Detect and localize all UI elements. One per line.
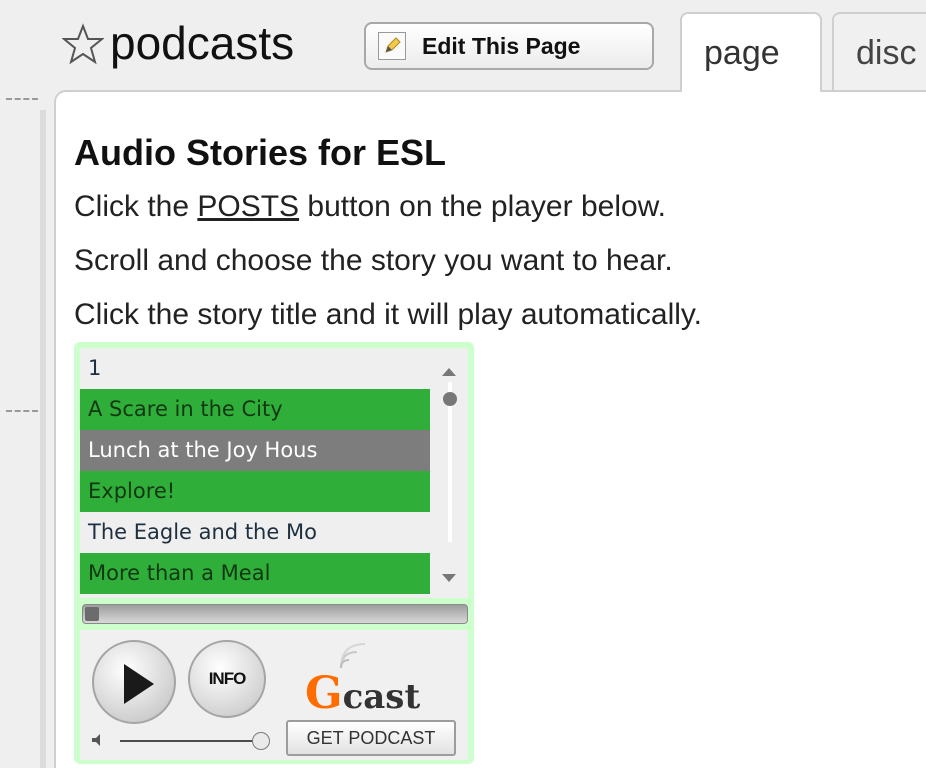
tab-discussion[interactable]: disc [832,12,926,92]
gcast-player: 1 A Scare in the City Lunch at the Joy H… [74,342,474,764]
gcast-logo[interactable]: Gcast [305,668,420,719]
left-rule [40,110,46,768]
instruction-line-1: Click the POSTS button on the player bel… [74,190,666,224]
instruction-line-3: Click the story title and it will play a… [74,298,703,331]
get-podcast-button[interactable]: GET PODCAST [286,720,456,756]
logo-text: cast [342,677,421,717]
play-icon [124,664,154,704]
scroll-thumb[interactable] [443,392,457,406]
progress-bar[interactable] [82,604,468,624]
instruction-line-2: Scroll and choose the story you want to … [74,244,673,277]
tab-page-label: page [704,33,780,72]
playlist-item[interactable]: Lunch at the Joy Hous [80,430,430,471]
content-heading: Audio Stories for ESL [74,132,447,173]
wiki-page: podcasts Edit This Page page disc Audio … [0,0,926,768]
play-button[interactable] [92,640,176,724]
playlist-scrollbar[interactable] [430,348,468,598]
volume-knob[interactable] [252,732,270,750]
scroll-rail[interactable] [448,382,452,542]
playlist-item[interactable]: Explore! [80,471,430,512]
scroll-up-icon[interactable] [442,368,456,376]
volume-slider[interactable] [120,740,258,742]
playlist: 1 A Scare in the City Lunch at the Joy H… [80,348,430,598]
page-title-text: podcasts [110,17,295,69]
playlist-item[interactable]: More than a Meal [80,553,430,594]
instruction-text: button on the player below. [299,190,667,223]
instruction-text: Click the [74,190,198,223]
scroll-down-icon[interactable] [442,574,456,582]
posts-link[interactable]: POSTS [197,190,299,223]
gutter-dash [6,410,38,414]
star-icon[interactable] [61,22,105,65]
player-controls: INFO Gcast GET PODCAST [80,630,468,760]
playlist-item[interactable]: 1 [80,348,430,389]
info-button[interactable]: INFO [188,640,266,718]
tab-page[interactable]: page [680,12,822,92]
progress-fill [85,607,99,621]
logo-g: G [305,668,343,719]
page-title: podcasts [61,16,295,70]
page-content: Audio Stories for ESL Click the POSTS bu… [54,90,926,768]
gutter-dash [6,98,38,102]
edit-page-label: Edit This Page [422,32,581,59]
playlist-item[interactable]: The Eagle and the Mo [80,512,430,553]
playlist-item[interactable]: A Scare in the City [80,389,430,430]
volume-icon [92,734,100,746]
edit-page-button[interactable]: Edit This Page [364,22,654,70]
pencil-icon [378,32,406,60]
tab-discussion-label: disc [856,33,917,72]
